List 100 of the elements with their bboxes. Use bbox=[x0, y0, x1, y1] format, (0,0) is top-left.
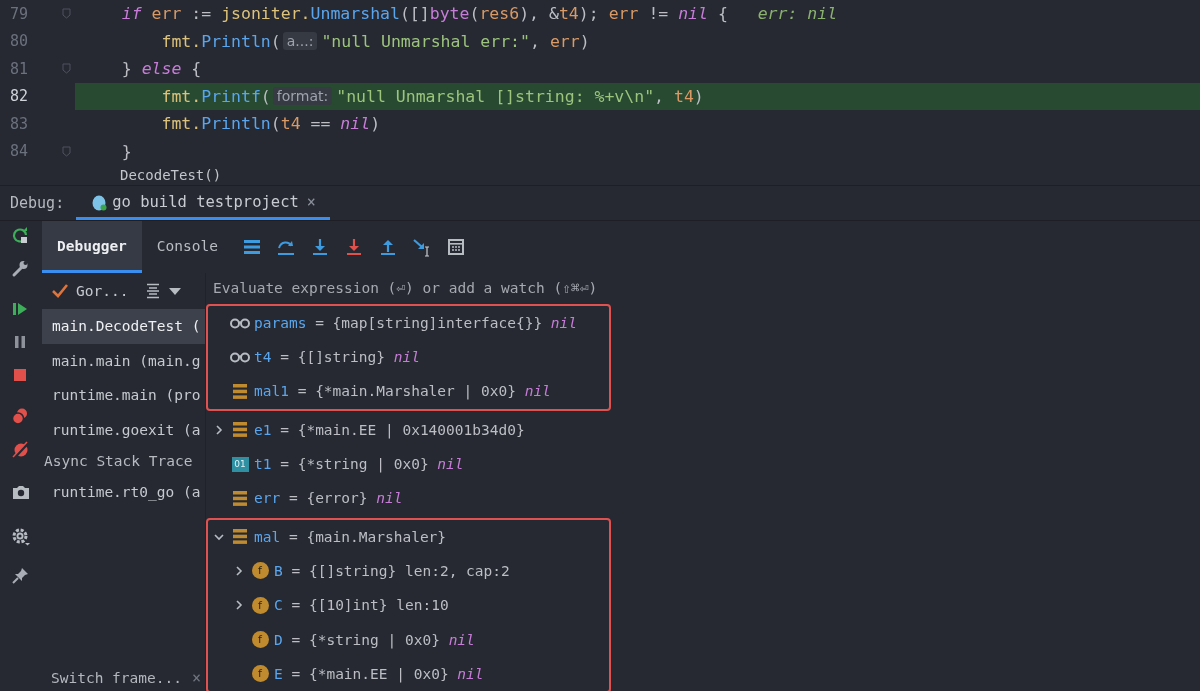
variable-type: {map[string]interface{}} bbox=[332, 314, 543, 331]
variable-type: {[10]int} bbox=[308, 597, 388, 614]
line-number: 80 bbox=[9, 32, 30, 51]
code-text: := bbox=[191, 4, 212, 24]
code-text: ) bbox=[693, 86, 704, 106]
breadcrumb[interactable]: DecodeTest() bbox=[120, 167, 222, 183]
variable-type: {main.Marshaler} bbox=[306, 528, 447, 545]
function-name: Println bbox=[201, 114, 271, 134]
mute-breakpoints-icon[interactable] bbox=[11, 441, 31, 461]
list-icon[interactable] bbox=[242, 237, 261, 257]
line-number: 84 bbox=[9, 142, 30, 161]
field-badge: f bbox=[251, 631, 269, 649]
keyword: nil bbox=[678, 4, 708, 24]
variable-name: err bbox=[608, 4, 639, 24]
variable-value: len:10 bbox=[396, 597, 449, 614]
nil-keyword: nil bbox=[393, 349, 420, 366]
package-name: fmt. bbox=[161, 31, 202, 51]
variable-name: res6 bbox=[479, 4, 520, 24]
chevron-icon[interactable] bbox=[214, 531, 224, 542]
chevron-icon[interactable] bbox=[234, 565, 244, 576]
code-text: ( bbox=[270, 114, 281, 134]
equals-sign: = bbox=[288, 490, 298, 507]
variable-name: t4 bbox=[254, 349, 272, 366]
stack-frame[interactable]: runtime.main (pro bbox=[42, 378, 205, 413]
code-text: { bbox=[717, 4, 728, 24]
panel-tab[interactable]: Console bbox=[141, 221, 233, 273]
step-into-icon[interactable] bbox=[310, 237, 329, 257]
equals-sign: = bbox=[288, 528, 298, 545]
field-badge: f bbox=[251, 596, 269, 614]
parameter-hint: format: bbox=[272, 87, 333, 106]
equals-sign: = bbox=[280, 456, 289, 473]
string-literal: "null Unmarshal err:" bbox=[321, 31, 530, 51]
settings-icon[interactable] bbox=[11, 527, 31, 547]
inline-value-hint: err: nil bbox=[757, 4, 838, 24]
nil-keyword: nil bbox=[524, 383, 551, 400]
variable-name: err bbox=[549, 31, 580, 51]
pin-icon[interactable] bbox=[11, 566, 31, 586]
stack-icon bbox=[233, 490, 247, 506]
thread-selector[interactable]: Gor... bbox=[76, 283, 129, 299]
variable-type: {*main.EE | 0x140001b34d0} bbox=[297, 421, 525, 438]
keyword: if bbox=[121, 4, 142, 24]
nil-keyword: nil bbox=[437, 456, 464, 473]
variable-type: {*string | 0x0} bbox=[308, 631, 440, 648]
variable-name: t1 bbox=[254, 456, 272, 473]
run-to-cursor-icon[interactable] bbox=[412, 237, 431, 257]
equals-sign: = bbox=[291, 665, 301, 682]
chevron-icon[interactable] bbox=[234, 600, 244, 611]
variable-name: C bbox=[274, 597, 283, 614]
package-name: fmt. bbox=[161, 114, 202, 134]
variable-name: err bbox=[151, 4, 182, 24]
variable-type: {*main.EE | 0x0} bbox=[308, 665, 449, 682]
stack-icon bbox=[233, 383, 247, 399]
equals-sign: = bbox=[297, 383, 307, 400]
debug-label: Debug: bbox=[9, 194, 66, 212]
section-header: Async Stack Trace bbox=[43, 452, 194, 471]
variable-type: {*string | 0x0} bbox=[297, 456, 429, 473]
keyword: else bbox=[141, 59, 182, 79]
code-text: ), & bbox=[519, 4, 559, 24]
type-name: byte bbox=[429, 4, 470, 24]
pointer-badge: 01 bbox=[231, 456, 249, 472]
calculator-icon[interactable] bbox=[446, 237, 465, 257]
stack-icon bbox=[233, 529, 247, 545]
stack-frame[interactable]: main.DecodeTest ( bbox=[42, 309, 205, 344]
variable-name: t4 bbox=[280, 114, 301, 134]
string-literal: "null Unmarshal []string: %+v\n" bbox=[336, 86, 655, 106]
code-text: { bbox=[191, 59, 202, 79]
step-out-icon[interactable] bbox=[378, 237, 397, 257]
chevron-icon[interactable] bbox=[214, 424, 224, 435]
dropdown-arrow-icon[interactable] bbox=[168, 286, 183, 296]
variable-name: mal bbox=[254, 528, 281, 545]
stack-frame[interactable]: runtime.goexit (a bbox=[42, 412, 205, 447]
list-icon[interactable] bbox=[146, 283, 161, 299]
evaluate-field[interactable]: Evaluate expression (⏎) or add a watch (⇧⌘⏎) bbox=[206, 273, 1200, 304]
equals-sign: = bbox=[291, 562, 301, 579]
code-text: ( bbox=[469, 4, 480, 24]
code-text: } bbox=[121, 141, 132, 161]
variable-type: {error} bbox=[306, 490, 368, 507]
code-text: ) bbox=[370, 114, 381, 134]
code-text: ( bbox=[270, 31, 281, 51]
glasses-icon bbox=[230, 351, 250, 364]
variable-name: mal1 bbox=[254, 383, 289, 400]
variable-type: {[]string} bbox=[308, 562, 397, 579]
line-number: 82 bbox=[9, 87, 30, 106]
stack-frame[interactable]: main.main (main.g bbox=[42, 343, 205, 378]
check-icon bbox=[52, 284, 68, 298]
variable-name: t4 bbox=[558, 4, 579, 24]
equals-sign: = bbox=[291, 597, 301, 614]
code-text: == bbox=[310, 114, 331, 134]
package-name: fmt. bbox=[161, 86, 202, 106]
parameter-hint: a...: bbox=[282, 32, 318, 51]
code-text: ) bbox=[579, 31, 590, 51]
field-badge: f bbox=[251, 665, 269, 683]
step-into-icon[interactable] bbox=[344, 237, 363, 257]
close-icon[interactable]: × bbox=[302, 192, 316, 211]
stack-frame[interactable]: runtime.rt0_go (a bbox=[42, 475, 205, 510]
panel-tab[interactable]: Debugger bbox=[42, 221, 142, 273]
variable-type: {*main.Marshaler | 0x0} bbox=[315, 383, 516, 400]
line-number: 83 bbox=[9, 114, 30, 133]
nil-keyword: nil bbox=[457, 665, 484, 682]
switch-frame-field[interactable]: Switch frame... bbox=[51, 670, 182, 686]
